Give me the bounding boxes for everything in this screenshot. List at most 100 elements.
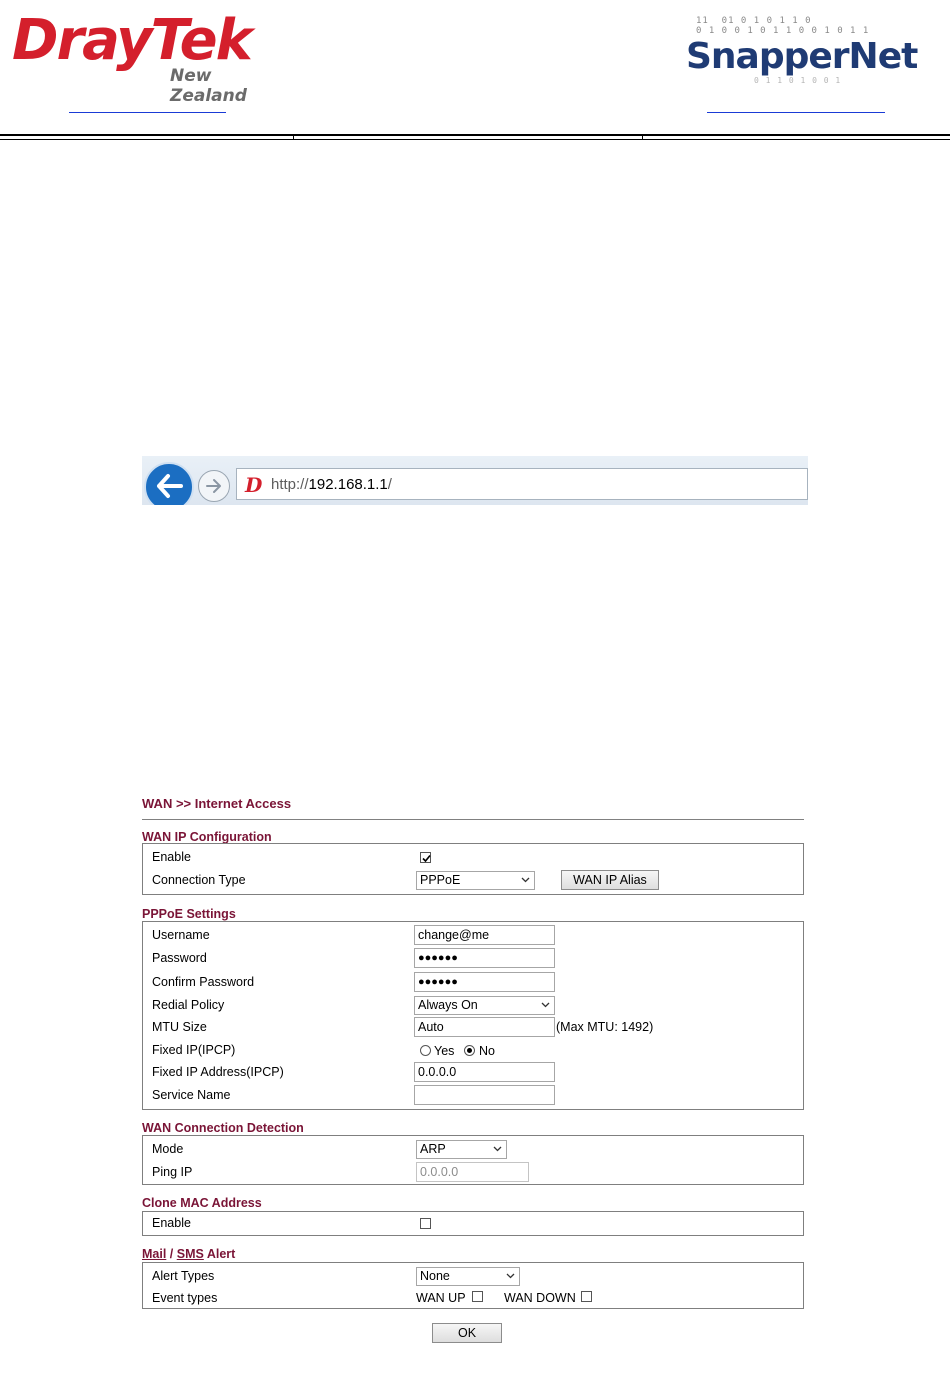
snappernet-logo-bits-bottom: 0 1 1 0 1 0 0 1	[754, 76, 842, 85]
section-title-pppoe: PPPoE Settings	[142, 907, 236, 921]
mtu-size-label: MTU Size	[152, 1020, 207, 1034]
ok-button[interactable]: OK	[432, 1323, 502, 1343]
alert-types-label: Alert Types	[152, 1269, 215, 1283]
row-alert-types: Alert Types None	[143, 1266, 803, 1288]
browser-address-bar: D http://192.168.1.1/	[142, 456, 808, 505]
page-title: WAN >> Internet Access	[142, 796, 292, 811]
address-field[interactable]: D http://192.168.1.1/	[236, 468, 808, 500]
clone-mac-box: Enable	[142, 1211, 804, 1236]
row-connection-type: Connection Type PPPoE WAN IP Alias	[143, 870, 803, 892]
checkmark-icon	[422, 854, 431, 863]
wan-ip-alias-button[interactable]: WAN IP Alias	[561, 870, 659, 890]
service-name-label: Service Name	[152, 1088, 231, 1102]
clone-enable-label: Enable	[152, 1216, 191, 1230]
row-fixed-ip-address: Fixed IP Address(IPCP) 0.0.0.0	[143, 1062, 803, 1084]
event-types-label: Event types	[152, 1291, 218, 1305]
address-url: http://192.168.1.1/	[271, 476, 392, 493]
draytek-logo-subtitle: New Zealand	[170, 66, 247, 106]
chevron-down-icon	[521, 877, 530, 883]
username-label: Username	[152, 928, 210, 942]
back-arrow-icon	[157, 474, 183, 498]
url-scheme: http://	[271, 476, 309, 493]
row-fixed-ip: Fixed IP(IPCP) Yes No	[143, 1040, 803, 1062]
fixed-ip-address-input[interactable]: 0.0.0.0	[414, 1062, 555, 1082]
header-rule-tick	[642, 136, 643, 139]
redial-policy-select[interactable]: Always On	[414, 996, 555, 1015]
row-mode: Mode ARP	[143, 1139, 803, 1161]
alert-title-sep: /	[166, 1247, 177, 1261]
enable-label: Enable	[152, 850, 191, 864]
header-rule	[0, 134, 950, 136]
forward-button[interactable]	[198, 470, 230, 502]
username-input[interactable]: change@me	[414, 925, 555, 945]
url-trail: /	[387, 476, 392, 493]
mode-value: ARP	[420, 1142, 446, 1156]
redial-policy-value: Always On	[418, 998, 478, 1012]
chevron-down-icon	[506, 1273, 515, 1279]
detection-box: Mode ARP Ping IP 0.0.0.0	[142, 1135, 804, 1185]
alert-title-rest: Alert	[203, 1247, 236, 1261]
draytek-logo: DrayTek New Zealand	[12, 8, 282, 106]
row-ping-ip: Ping IP 0.0.0.0	[143, 1162, 803, 1184]
row-clone-enable: Enable	[143, 1213, 803, 1235]
sms-link[interactable]: SMS	[177, 1247, 204, 1261]
row-event-types: Event types WAN UP WAN DOWN	[143, 1288, 803, 1310]
wan-down-label: WAN DOWN	[504, 1291, 576, 1305]
wan-enable-checkbox[interactable]	[420, 852, 431, 863]
fixed-ip-address-label: Fixed IP Address(IPCP)	[152, 1065, 284, 1079]
draytek-favicon-icon: D	[245, 473, 263, 497]
wan-down-checkbox[interactable]	[581, 1291, 592, 1302]
alert-box: Alert Types None Event types WAN UP WAN …	[142, 1262, 804, 1309]
snappernet-logo-bits: 11 01 0 1 0 1 1 0 0 1 0 0 1 0 1 1 0 0 1 …	[696, 16, 870, 36]
snappernet-logo: 11 01 0 1 0 1 1 0 0 1 0 0 1 0 1 1 0 0 1 …	[684, 14, 918, 92]
mode-select[interactable]: ARP	[416, 1140, 507, 1159]
row-service-name: Service Name	[143, 1085, 803, 1107]
fixed-ip-no-radio[interactable]	[464, 1045, 475, 1056]
clone-mac-enable-checkbox[interactable]	[420, 1218, 431, 1229]
connection-type-select[interactable]: PPPoE	[416, 871, 535, 890]
header-rule-tick	[293, 136, 294, 139]
title-rule	[142, 819, 804, 820]
service-name-input[interactable]	[414, 1085, 555, 1105]
fixed-ip-label: Fixed IP(IPCP)	[152, 1043, 236, 1057]
password-label: Password	[152, 951, 207, 965]
header-link-left[interactable]	[69, 112, 226, 113]
ping-ip-label: Ping IP	[152, 1165, 193, 1179]
row-enable: Enable	[143, 847, 803, 869]
section-title-detection: WAN Connection Detection	[142, 1121, 304, 1135]
pppoe-box: Username change@me Password ●●●●●● Confi…	[142, 921, 804, 1110]
section-title-alert: Mail / SMS Alert	[142, 1247, 235, 1261]
row-mtu-size: MTU Size Auto (Max MTU: 1492)	[143, 1017, 803, 1039]
section-title-wan-ip: WAN IP Configuration	[142, 830, 272, 844]
connection-type-label: Connection Type	[152, 873, 246, 887]
mail-link[interactable]: Mail	[142, 1247, 166, 1261]
section-title-clone-mac: Clone MAC Address	[142, 1196, 262, 1210]
back-button[interactable]	[144, 462, 194, 505]
draytek-logo-text: DrayTek	[12, 8, 253, 73]
header-link-right[interactable]	[707, 112, 885, 113]
wan-ip-box: Enable Connection Type PPPoE WAN IP Alia…	[142, 843, 804, 895]
row-redial-policy: Redial Policy Always On	[143, 995, 803, 1017]
header-rule-thin	[0, 139, 950, 140]
alert-types-value: None	[420, 1269, 450, 1283]
confirm-password-input[interactable]: ●●●●●●	[414, 972, 555, 992]
connection-type-value: PPPoE	[420, 873, 461, 887]
mtu-size-input[interactable]: Auto	[414, 1017, 555, 1037]
password-input[interactable]: ●●●●●●	[414, 948, 555, 968]
ping-ip-input[interactable]: 0.0.0.0	[416, 1162, 529, 1182]
confirm-password-label: Confirm Password	[152, 975, 255, 989]
forward-arrow-icon	[206, 479, 221, 493]
url-host: 192.168.1.1	[308, 476, 388, 493]
chevron-down-icon	[541, 1002, 550, 1008]
fixed-ip-yes-label: Yes	[434, 1044, 455, 1058]
snappernet-logo-text: SnapperNet	[686, 36, 918, 77]
fixed-ip-yes-radio[interactable]	[420, 1045, 431, 1056]
row-password: Password ●●●●●●	[143, 948, 803, 970]
alert-types-select[interactable]: None	[416, 1267, 520, 1286]
chevron-down-icon	[493, 1146, 502, 1152]
wan-up-checkbox[interactable]	[472, 1291, 483, 1302]
redial-policy-label: Redial Policy	[152, 998, 225, 1012]
mtu-note: (Max MTU: 1492)	[556, 1020, 654, 1034]
row-confirm-password: Confirm Password ●●●●●●	[143, 972, 803, 994]
wan-up-label: WAN UP	[416, 1291, 466, 1305]
